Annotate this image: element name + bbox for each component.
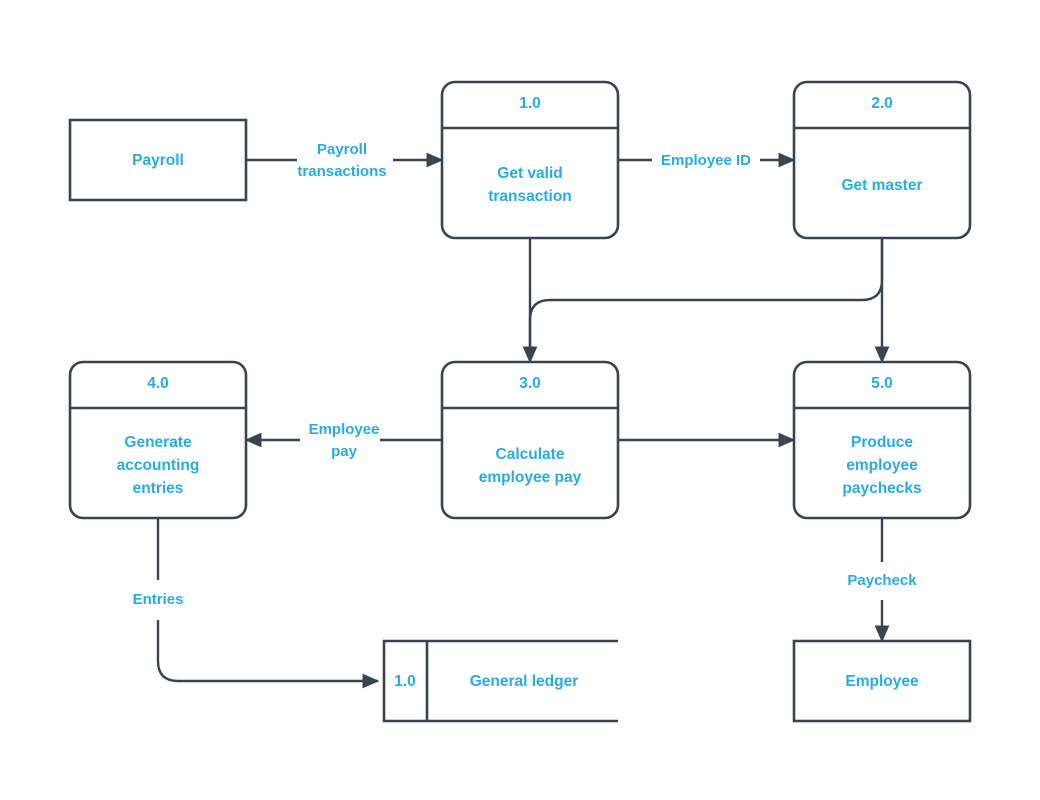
- process-5-0-number: 5.0: [871, 375, 893, 392]
- process-4-0[interactable]: 4.0 Generate accounting entries: [68, 360, 248, 520]
- flow-employee-id: Employee ID: [618, 152, 796, 169]
- flow-label-employee-pay-line1: Employee: [309, 421, 380, 438]
- diagram-canvas: Payroll transactions Employee ID Employe…: [0, 0, 1040, 800]
- flow-label-entries: Entries: [133, 591, 184, 608]
- flow-label-payroll-transactions-line2: transactions: [297, 163, 386, 180]
- flow-label-payroll-transactions-line1: Payroll: [317, 141, 367, 158]
- process-3-0-label-line1: Calculate: [496, 446, 565, 463]
- process-4-0-label-line2: accounting: [117, 457, 200, 474]
- process-5-0-label-line2: employee: [846, 457, 918, 474]
- data-store-general-ledger-number: 1.0: [394, 673, 416, 690]
- external-entity-payroll[interactable]: Payroll: [68, 118, 248, 202]
- process-5-0-label-line3: paychecks: [842, 480, 921, 497]
- external-entity-employee-label: Employee: [845, 673, 919, 690]
- process-4-0-label-line1: Generate: [124, 434, 192, 451]
- process-5-0-label-line1: Produce: [851, 434, 913, 451]
- flow-payroll-transactions: Payroll transactions: [246, 141, 444, 180]
- flow-paycheck: Paycheck: [847, 518, 917, 643]
- process-2-0-label-line1: Get master: [842, 177, 923, 194]
- process-3-0[interactable]: 3.0 Calculate employee pay: [440, 360, 620, 520]
- process-1-0-number: 1.0: [519, 95, 541, 112]
- flow-label-employee-pay-line2: pay: [331, 443, 358, 460]
- process-4-0-number: 4.0: [147, 375, 169, 392]
- process-1-0[interactable]: 1.0 Get valid transaction: [440, 80, 620, 240]
- process-2-0-number: 2.0: [871, 95, 893, 112]
- process-1-0-label-line1: Get valid: [497, 165, 562, 182]
- flow-master-to-calculate: [528, 238, 884, 352]
- data-flow-diagram: Payroll transactions Employee ID Employe…: [68, 80, 972, 723]
- flow-line-segment: [156, 620, 380, 689]
- process-1-0-label-line2: transaction: [488, 188, 572, 205]
- process-2-0[interactable]: 2.0 Get master: [792, 80, 972, 240]
- process-4-0-label-line3: entries: [133, 480, 184, 497]
- data-store-general-ledger[interactable]: 1.0 General ledger: [382, 639, 618, 723]
- data-store-general-ledger-label: General ledger: [470, 673, 579, 690]
- process-5-0[interactable]: 5.0 Produce employee paychecks: [792, 360, 972, 520]
- external-entity-employee[interactable]: Employee: [792, 639, 972, 723]
- flow-employee-pay: Employee pay: [244, 421, 442, 460]
- flow-label-paycheck: Paycheck: [847, 572, 917, 589]
- flow-label-employee-id: Employee ID: [661, 152, 751, 169]
- process-3-0-number: 3.0: [519, 375, 541, 392]
- flow-line-segment: [528, 238, 884, 352]
- process-3-0-label-line2: employee pay: [479, 469, 582, 486]
- external-entity-payroll-label: Payroll: [132, 152, 184, 169]
- flow-entries: Entries: [133, 518, 380, 689]
